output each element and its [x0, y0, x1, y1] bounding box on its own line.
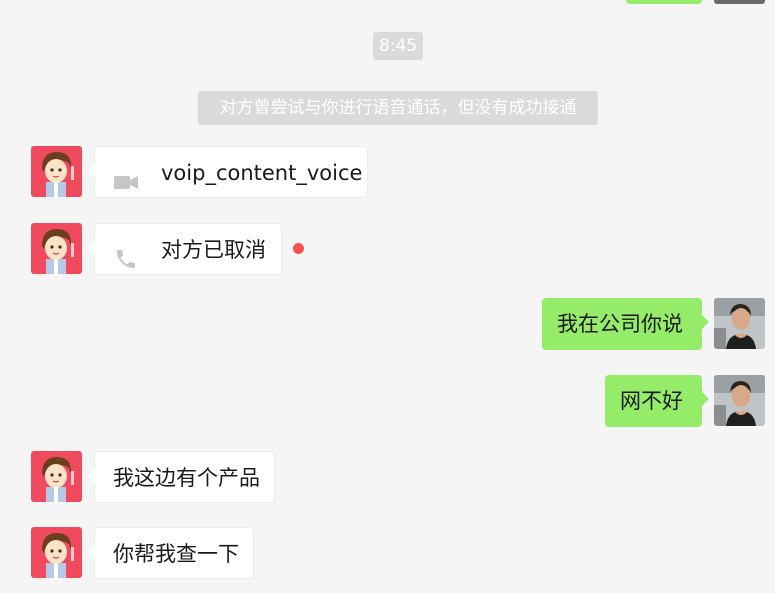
incoming-message[interactable]: 你帮我查一下	[88, 527, 254, 579]
call-message-text: 对方已取消	[161, 238, 266, 262]
video-call-message[interactable]: voip_content_voice	[88, 146, 368, 198]
phone-icon	[113, 238, 139, 268]
system-notice: 对方曾尝试与你进行语音通话，但没有成功接通	[198, 91, 598, 125]
message-row: 我在公司你说	[0, 298, 775, 350]
message-row: 网不好	[0, 375, 775, 427]
outgoing-message[interactable]: 网不好	[605, 375, 709, 427]
video-camera-icon	[113, 161, 139, 189]
message-text: 我这边有个产品	[113, 466, 260, 490]
contact-avatar[interactable]	[31, 451, 82, 502]
previous-message-bubble[interactable]	[626, 0, 702, 4]
contact-avatar[interactable]	[31, 527, 82, 578]
my-avatar[interactable]	[714, 298, 765, 349]
message-row: 对方已取消	[0, 223, 775, 275]
incoming-message[interactable]: 我这边有个产品	[88, 451, 275, 503]
message-row: 你帮我查一下	[0, 527, 775, 579]
message-text: 你帮我查一下	[113, 542, 239, 566]
contact-avatar[interactable]	[31, 223, 82, 274]
voice-call-message[interactable]: 对方已取消	[88, 223, 282, 275]
call-message-text: voip_content_voice	[161, 161, 363, 185]
message-text: 我在公司你说	[557, 312, 683, 336]
contact-avatar[interactable]	[31, 146, 82, 197]
outgoing-message[interactable]: 我在公司你说	[542, 298, 709, 350]
my-avatar[interactable]	[714, 375, 765, 426]
chat-history: 8:45 对方曾尝试与你进行语音通话，但没有成功接通 voip_content_…	[0, 0, 775, 593]
message-text: 网不好	[620, 389, 683, 413]
my-avatar[interactable]	[714, 0, 765, 4]
unread-dot	[293, 243, 304, 254]
message-row: voip_content_voice	[0, 146, 775, 198]
time-divider: 8:45	[373, 32, 424, 60]
message-row: 我这边有个产品	[0, 451, 775, 503]
